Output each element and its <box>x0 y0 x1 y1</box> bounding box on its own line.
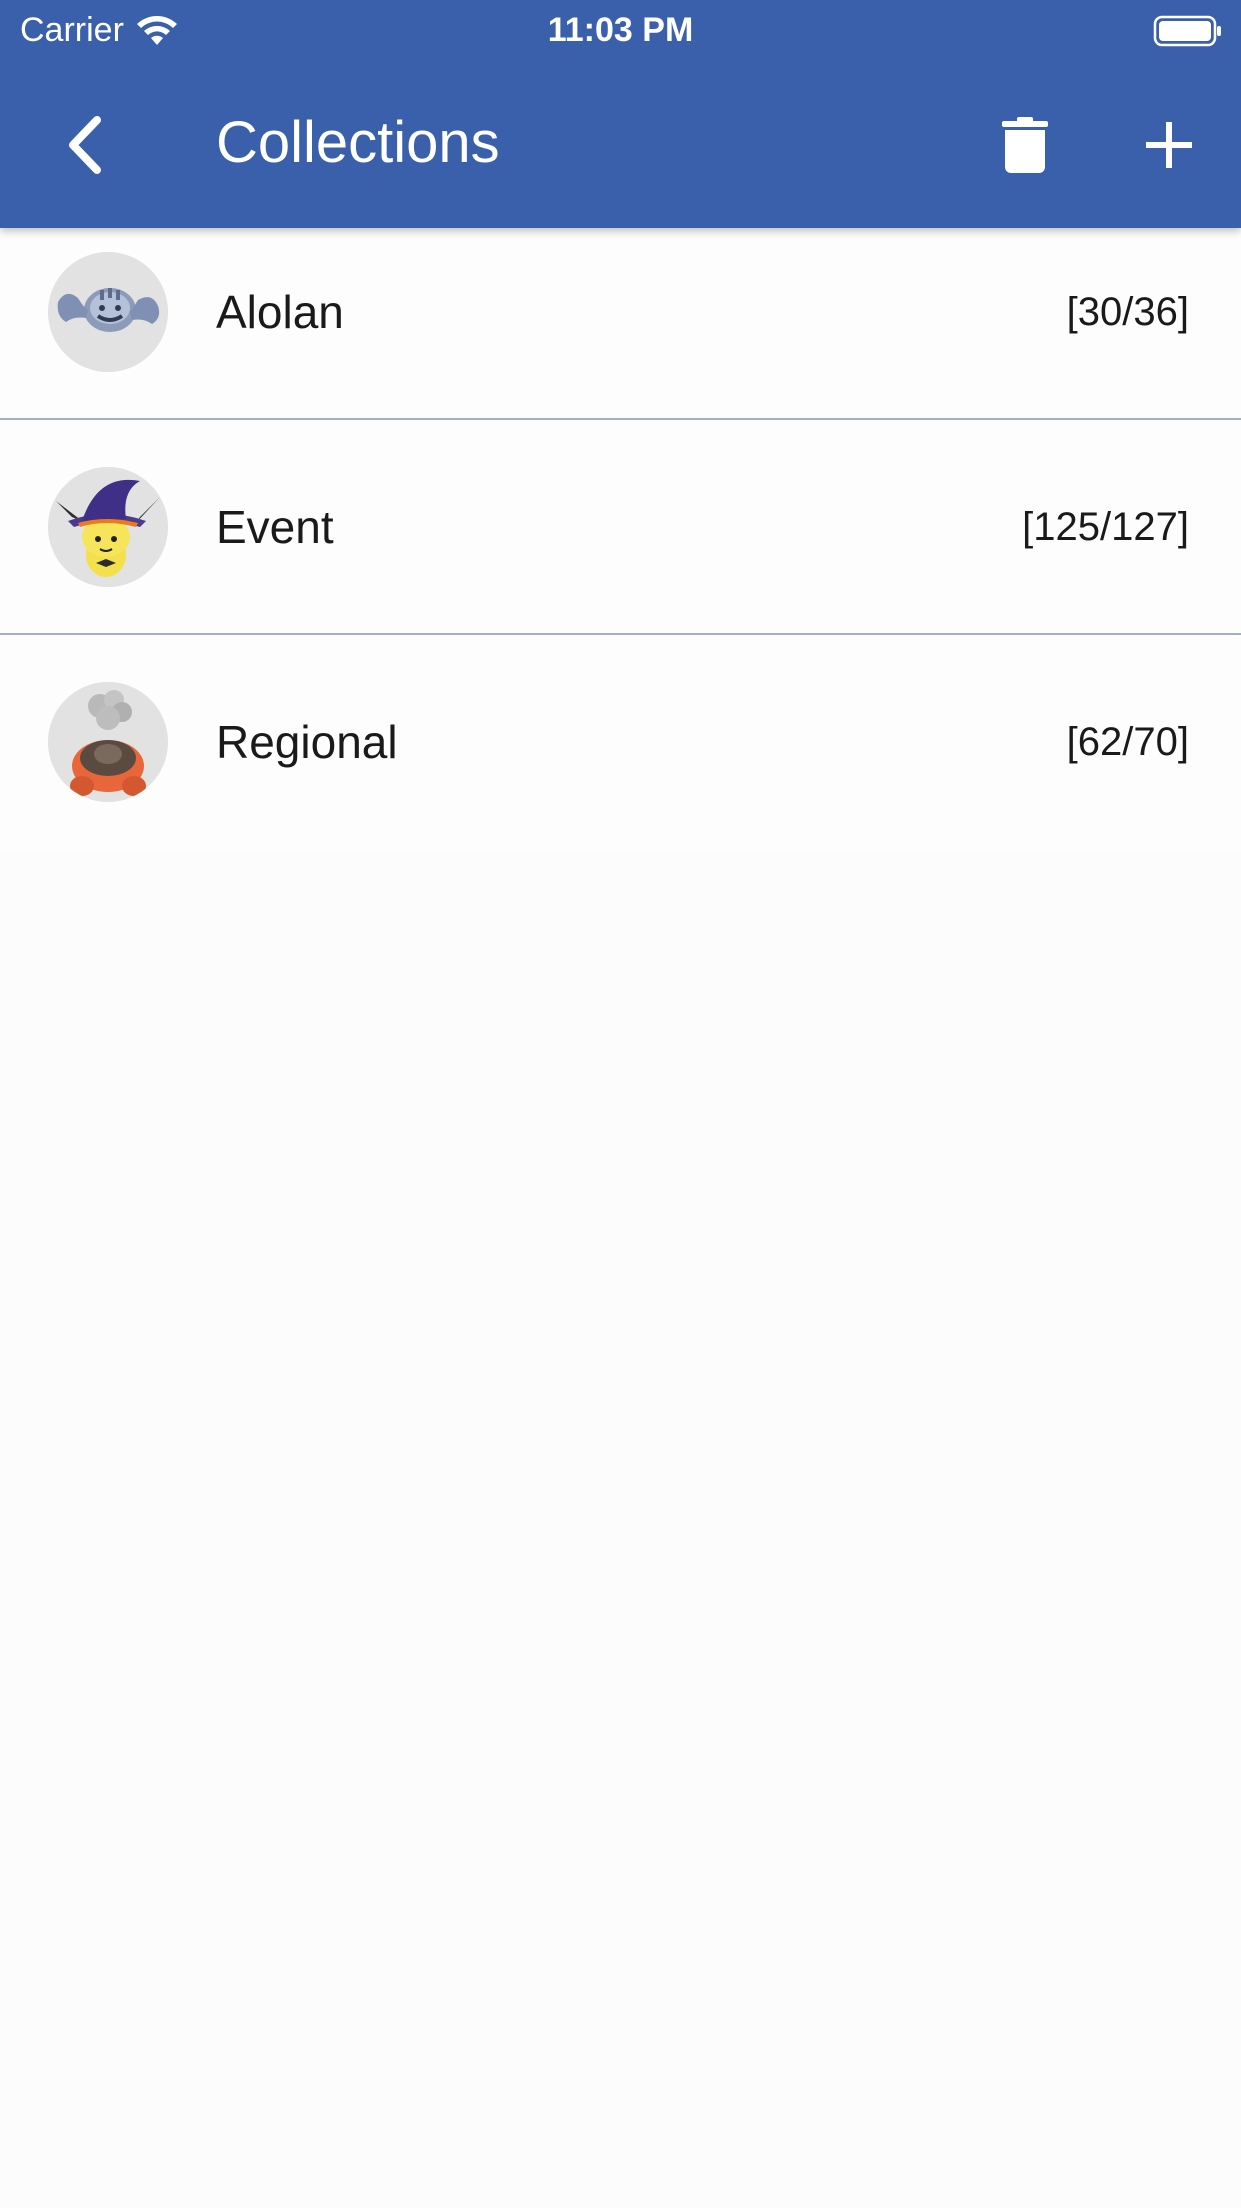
witch-hat-pichu-avatar <box>48 467 168 587</box>
list-item[interactable]: Alolan [30/36] <box>0 228 1241 420</box>
collection-count: [30/36] <box>1066 290 1189 334</box>
list-item[interactable]: Event [125/127] <box>0 420 1241 635</box>
trash-icon <box>1002 117 1048 173</box>
battery-full-icon <box>1153 15 1221 47</box>
alolan-geodude-avatar <box>48 252 168 372</box>
collection-count: [62/70] <box>1066 720 1189 764</box>
collection-name: Alolan <box>216 286 344 338</box>
add-collection-button[interactable] <box>1134 110 1204 180</box>
back-button[interactable] <box>50 110 120 180</box>
collection-count: [125/127] <box>1022 505 1189 549</box>
delete-button[interactable] <box>990 110 1060 180</box>
torkoal-avatar <box>48 682 168 802</box>
status-time: 11:03 PM <box>547 11 694 49</box>
app-bar: Collections <box>0 60 1241 228</box>
chevron-left-icon <box>69 116 101 174</box>
collections-screen: Carrier 11:03 PM Collections Alolan [30/… <box>0 0 1241 2208</box>
collection-name: Regional <box>216 716 398 768</box>
status-bar: Carrier 11:03 PM <box>0 0 1241 60</box>
page-title: Collections <box>216 110 500 175</box>
collections-list: Alolan [30/36] Event [125/127] Regional … <box>0 228 1241 850</box>
plus-icon <box>1146 122 1192 168</box>
list-item[interactable]: Regional [62/70] <box>0 635 1241 850</box>
top-bar: Carrier 11:03 PM Collections <box>0 0 1241 228</box>
collection-name: Event <box>216 501 334 553</box>
